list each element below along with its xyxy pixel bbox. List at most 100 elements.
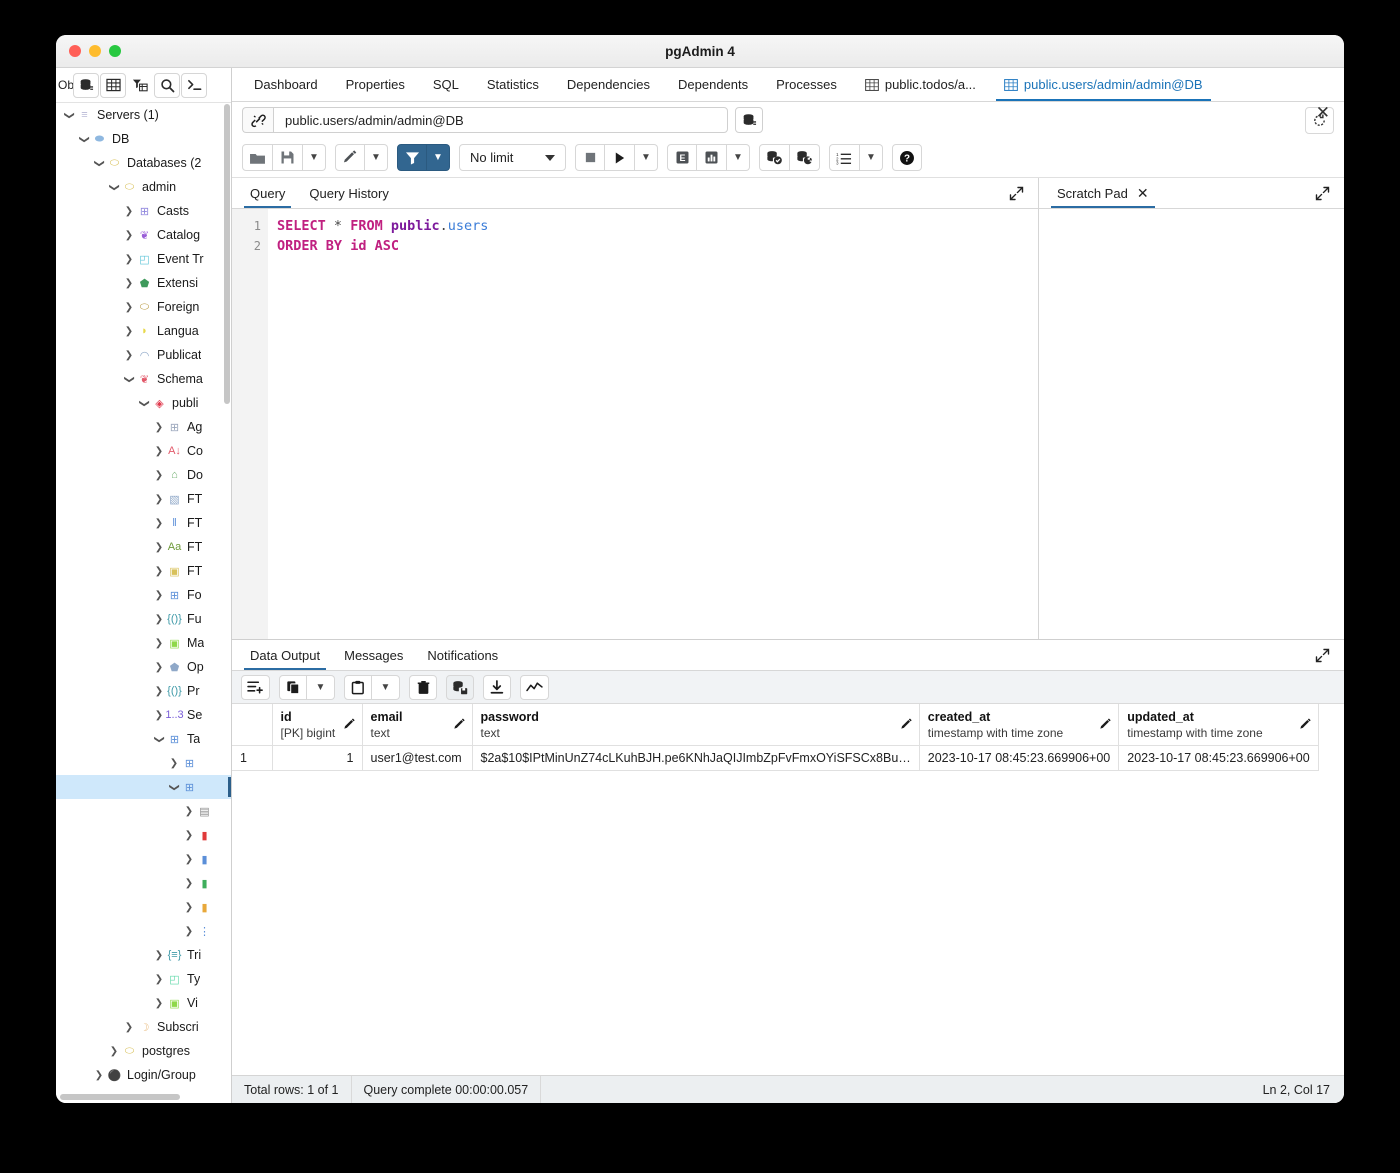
commit-icon[interactable] xyxy=(759,144,790,171)
tab-data-output[interactable]: Data Output xyxy=(238,640,332,670)
rollback-icon[interactable] xyxy=(790,144,820,171)
chevron-right-icon[interactable]: ❯ xyxy=(167,758,181,769)
tab-statistics[interactable]: Statistics xyxy=(473,68,553,101)
chevron-right-icon[interactable]: ❯ xyxy=(122,230,136,241)
sql-code-area[interactable]: 12 SELECT * FROM public.users ORDER BY id… xyxy=(232,209,1038,639)
tree-item[interactable]: ❯ ⬬ DB xyxy=(56,127,231,151)
table-row[interactable]: 1 1 user1@test.com $2a$10$IPtMinUnZ74cLKuhB… xyxy=(232,745,1319,771)
connection-string-input[interactable]: public.users/admin/admin@DB xyxy=(273,107,728,133)
scratch-pad-expand-icon[interactable] xyxy=(1315,178,1344,208)
chevron-right-icon[interactable]: ❯ xyxy=(92,1070,106,1081)
pencil-icon[interactable] xyxy=(1099,718,1112,731)
explain-caret[interactable]: ▼ xyxy=(727,144,750,171)
cell-id[interactable]: 1 xyxy=(272,745,363,771)
chevron-right-icon[interactable]: ❯ xyxy=(107,1046,121,1057)
cell-created_at[interactable]: 2023-10-17 08:45:23.669906+00 xyxy=(919,745,1120,771)
chevron-right-icon[interactable]: ❯ xyxy=(152,590,166,601)
tree-item[interactable]: ❯ ◗ Langua xyxy=(56,319,231,343)
tree-item[interactable]: ❯ ◠ Publicat xyxy=(56,343,231,367)
tree-item[interactable]: ❯ ⚫ Login/Group xyxy=(56,1063,231,1087)
tree-item[interactable]: ❯ ▣ FT xyxy=(56,559,231,583)
tree-item[interactable]: ❯ ▮ xyxy=(56,895,231,919)
tree-item[interactable]: ❯ ▮ xyxy=(56,823,231,847)
chevron-right-icon[interactable]: ❯ xyxy=(152,470,166,481)
sidebar-vertical-scrollbar[interactable] xyxy=(224,104,230,404)
tree-item[interactable]: ❯ Aa FT xyxy=(56,535,231,559)
chevron-right-icon[interactable]: ❯ xyxy=(152,974,166,985)
tree-item[interactable]: ❯ ⊞ xyxy=(56,775,231,799)
column-header-id[interactable]: id [PK] bigint xyxy=(272,704,363,746)
terminal-icon[interactable] xyxy=(181,72,208,98)
scratch-pad-textarea[interactable] xyxy=(1039,209,1344,639)
editor-tab[interactable]: public.users/admin/admin@DB xyxy=(990,68,1217,101)
chevron-right-icon[interactable]: ❯ xyxy=(122,206,136,217)
tree-item[interactable]: ❯ ❦ Catalog xyxy=(56,223,231,247)
macros-list-icon[interactable]: 123 xyxy=(829,144,860,171)
edit-caret[interactable]: ▼ xyxy=(365,144,388,171)
tree-item[interactable]: ❯ ☽ Subscri xyxy=(56,1015,231,1039)
expand-icon[interactable] xyxy=(1009,178,1038,208)
close-editor-tab-button[interactable]: ✕ xyxy=(1316,103,1330,123)
chevron-right-icon[interactable]: ❯ xyxy=(152,446,166,457)
close-icon[interactable]: ✕ xyxy=(1137,185,1149,202)
save-data-icon[interactable] xyxy=(446,674,474,700)
sql-text[interactable]: SELECT * FROM public.users ORDER BY id AS… xyxy=(268,209,1038,639)
chevron-down-icon[interactable]: ❯ xyxy=(109,180,120,194)
table-icon[interactable] xyxy=(100,72,127,98)
tree-item[interactable]: ❯ ▧ FT xyxy=(56,487,231,511)
tab-sql[interactable]: SQL xyxy=(419,68,473,101)
row-limit-select[interactable]: No limit xyxy=(459,144,566,171)
chevron-down-icon[interactable]: ❯ xyxy=(124,372,135,386)
tree-item[interactable]: ❯ 1..3 Se xyxy=(56,703,231,727)
chevron-right-icon[interactable]: ❯ xyxy=(152,710,166,721)
graph-visualiser-icon[interactable] xyxy=(520,674,549,700)
tree-item[interactable]: ❯ {≡} Tri xyxy=(56,943,231,967)
tab-dashboard[interactable]: Dashboard xyxy=(240,68,332,101)
tree-item[interactable]: ❯ ⬟ Extensi xyxy=(56,271,231,295)
chevron-right-icon[interactable]: ❯ xyxy=(182,830,196,841)
tree-item[interactable]: ❯ ◰ Ty xyxy=(56,967,231,991)
filter-table-icon[interactable] xyxy=(127,72,154,98)
chevron-right-icon[interactable]: ❯ xyxy=(152,686,166,697)
tree-item[interactable]: ❯ A↓ Co xyxy=(56,439,231,463)
explain-button[interactable]: E xyxy=(667,144,697,171)
filter-caret[interactable]: ▼ xyxy=(427,144,450,171)
chevron-right-icon[interactable]: ❯ xyxy=(182,806,196,817)
sidebar-horizontal-scrollbar[interactable] xyxy=(60,1094,180,1100)
chevron-right-icon[interactable]: ❯ xyxy=(152,566,166,577)
tab-dependencies[interactable]: Dependencies xyxy=(553,68,664,101)
search-icon[interactable] xyxy=(154,72,181,98)
column-header-email[interactable]: email text xyxy=(362,704,473,746)
tab-scratch-pad[interactable]: Scratch Pad ✕ xyxy=(1045,178,1161,208)
add-row-icon[interactable] xyxy=(241,674,270,700)
tab-properties[interactable]: Properties xyxy=(332,68,419,101)
paste-icon[interactable] xyxy=(344,674,372,700)
chevron-down-icon[interactable]: ❯ xyxy=(154,732,165,746)
delete-icon[interactable] xyxy=(409,674,437,700)
chevron-right-icon[interactable]: ❯ xyxy=(122,254,136,265)
chevron-down-icon[interactable]: ❯ xyxy=(94,156,105,170)
tree-item[interactable]: ❯ ▣ Ma xyxy=(56,631,231,655)
paste-caret-icon[interactable]: ▼ xyxy=(372,674,400,700)
pencil-icon[interactable] xyxy=(453,718,466,731)
help-icon[interactable]: ? xyxy=(892,144,922,171)
tree-item[interactable]: ❯ ⊞ Fo xyxy=(56,583,231,607)
cell-updated_at[interactable]: 2023-10-17 08:45:23.669906+00 xyxy=(1118,745,1319,771)
copy-caret-icon[interactable]: ▼ xyxy=(307,674,335,700)
connection-icon[interactable] xyxy=(242,107,273,133)
tab-dependents[interactable]: Dependents xyxy=(664,68,762,101)
open-file-button[interactable] xyxy=(242,144,273,171)
tree-item[interactable]: ❯ ⌂ Do xyxy=(56,463,231,487)
tree-item[interactable]: ❯ ⊞ Ag xyxy=(56,415,231,439)
tree-item[interactable]: ❯ ⊞ Ta xyxy=(56,727,231,751)
column-header-updated_at[interactable]: updated_at timestamp with time zone xyxy=(1118,704,1319,746)
minimize-window-button[interactable] xyxy=(89,45,101,57)
column-header-password[interactable]: password text xyxy=(472,704,920,746)
tab-query[interactable]: Query xyxy=(238,178,297,208)
chevron-right-icon[interactable]: ❯ xyxy=(182,926,196,937)
tab-notifications[interactable]: Notifications xyxy=(415,640,510,670)
tree-item[interactable]: ❯ ‖ FT xyxy=(56,511,231,535)
chevron-right-icon[interactable]: ❯ xyxy=(182,854,196,865)
tree-item[interactable]: ❯ ▤ xyxy=(56,799,231,823)
chevron-right-icon[interactable]: ❯ xyxy=(152,614,166,625)
